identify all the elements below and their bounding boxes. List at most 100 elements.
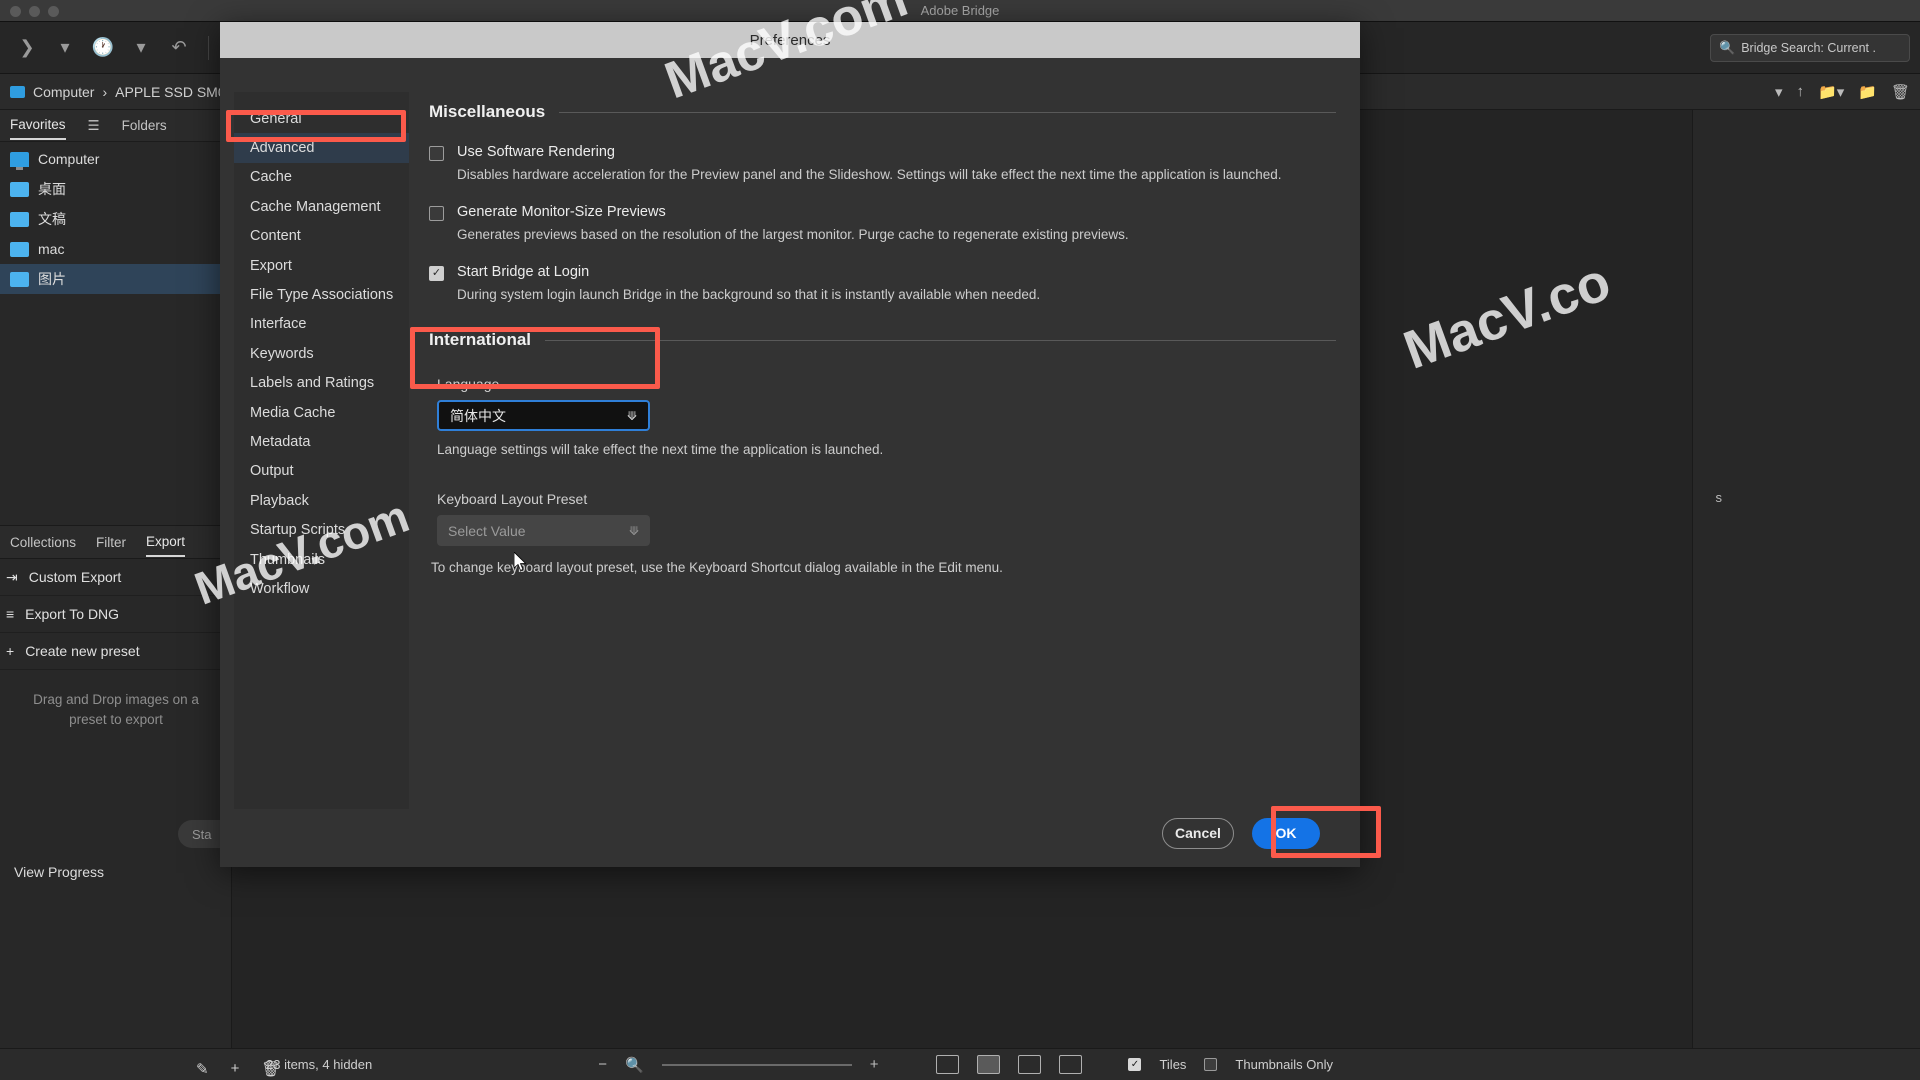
category-file-type-associations[interactable]: File Type Associations — [234, 280, 409, 309]
chevron-down-icon[interactable]: ▾ — [1775, 83, 1783, 101]
forward-chevron-icon[interactable]: ❯ — [10, 31, 44, 65]
export-preset-label: Create new preset — [25, 643, 140, 659]
magnifier-icon[interactable]: 🔍 — [625, 1056, 644, 1074]
recent-clock-icon[interactable]: 🕐 — [86, 31, 120, 65]
breadcrumb-item-computer[interactable]: Computer — [33, 84, 94, 100]
option-generate-monitor-size-previews[interactable]: Generate Monitor-Size Previews — [429, 204, 1336, 221]
ok-button[interactable]: OK — [1252, 817, 1320, 849]
history-dropdown-icon[interactable]: ▾ — [48, 31, 82, 65]
category-content[interactable]: Content — [234, 222, 409, 251]
pathbar-actions: ▾ ↑ 📁▾ 📁 🗑 — [1775, 83, 1910, 101]
create-new-preset-button[interactable]: + Create new preset — [0, 633, 232, 670]
new-folder-dropdown-icon[interactable]: 📁▾ — [1818, 83, 1844, 101]
option-label: Generate Monitor-Size Previews — [457, 204, 666, 220]
chevron-down-icon[interactable]: ▾ — [124, 31, 158, 65]
export-preset-list: ⇥ Custom Export ≡ Export To DNG + Create… — [0, 559, 232, 670]
cancel-button[interactable]: Cancel — [1162, 817, 1234, 849]
category-label: Cache — [250, 169, 292, 186]
category-export[interactable]: Export — [234, 251, 409, 280]
up-arrow-icon[interactable]: ↑ — [1797, 83, 1805, 100]
folder-icon[interactable]: 📁 — [1858, 83, 1877, 101]
checkbox[interactable] — [429, 206, 444, 221]
category-label: Content — [250, 228, 301, 245]
view-progress-link[interactable]: View Progress — [14, 864, 104, 880]
checkbox[interactable]: ✓ — [429, 266, 444, 281]
tab-export[interactable]: Export — [146, 528, 186, 557]
category-label: Startup Scripts — [250, 522, 346, 539]
list-icon: ≡ — [6, 606, 15, 622]
section-title: International — [429, 330, 532, 349]
category-startup-scripts[interactable]: Startup Scripts — [234, 515, 409, 544]
category-keywords[interactable]: Keywords — [234, 339, 409, 368]
minus-icon[interactable]: − — [598, 1056, 607, 1073]
favorite-item-desktop[interactable]: 桌面 — [0, 174, 231, 204]
category-label: Playback — [250, 492, 309, 509]
category-playback[interactable]: Playback — [234, 486, 409, 515]
folder-icon — [10, 211, 29, 227]
tab-folders[interactable]: Folders — [122, 112, 167, 139]
category-media-cache[interactable]: Media Cache — [234, 398, 409, 427]
category-interface[interactable]: Interface — [234, 310, 409, 339]
category-label: Cache Management — [250, 198, 381, 215]
folder-icon — [10, 181, 29, 197]
favorite-item-mac[interactable]: mac — [0, 234, 231, 264]
category-label: File Type Associations — [250, 287, 394, 304]
mac-window-titlebar: Adobe Bridge — [0, 0, 1920, 22]
keyboard-layout-select[interactable]: Select Value ⟱ — [437, 515, 650, 546]
list-view-icon[interactable] — [1059, 1055, 1083, 1074]
category-output[interactable]: Output — [234, 457, 409, 486]
option-label: Use Software Rendering — [457, 144, 615, 160]
language-select[interactable]: 简体中文 ⟱ — [437, 400, 650, 431]
hamburger-icon[interactable]: ☰ — [88, 112, 100, 140]
trash-icon[interactable]: 🗑 — [1891, 83, 1910, 101]
export-preset-label: Export To DNG — [25, 606, 120, 622]
keyboard-layout-field-group: Keyboard Layout Preset Select Value ⟱ To… — [431, 491, 1336, 575]
dialog-titlebar: Preferences — [220, 22, 1360, 58]
category-label: Labels and Ratings — [250, 375, 375, 392]
tab-filter[interactable]: Filter — [96, 529, 126, 556]
option-use-software-rendering[interactable]: Use Software Rendering — [429, 144, 1336, 161]
favorites-folders-tabs: Favorites ☰ Folders — [0, 110, 231, 142]
favorite-item-computer[interactable]: Computer — [0, 144, 231, 174]
tab-collections[interactable]: Collections — [10, 529, 76, 556]
option-start-bridge-at-login[interactable]: ✓ Start Bridge at Login — [429, 264, 1336, 281]
tiles-checkbox[interactable]: ✓ — [1128, 1058, 1142, 1071]
category-workflow[interactable]: Workflow — [234, 574, 409, 603]
export-preset-dng[interactable]: ≡ Export To DNG — [0, 596, 232, 633]
trash-icon[interactable]: 🗑 — [261, 1060, 280, 1078]
favorite-item-pictures[interactable]: 图片 — [0, 264, 231, 294]
plus-icon[interactable]: + — [231, 1060, 240, 1078]
category-general[interactable]: General — [234, 104, 409, 133]
category-thumbnails[interactable]: Thumbnails — [234, 545, 409, 574]
thumbnail-view-icon[interactable] — [977, 1055, 1001, 1074]
monitor-icon — [10, 151, 29, 170]
category-cache-management[interactable]: Cache Management — [234, 192, 409, 221]
export-preset-custom[interactable]: ⇥ Custom Export — [0, 559, 232, 596]
grid-view-icon[interactable] — [936, 1055, 960, 1074]
breadcrumb-item-drive[interactable]: APPLE SSD SM02 — [115, 84, 233, 100]
favorite-item-documents[interactable]: 文稿 — [0, 204, 231, 234]
plus-icon[interactable]: + — [870, 1056, 879, 1073]
right-panel — [1692, 110, 1920, 1048]
details-view-icon[interactable] — [1018, 1055, 1042, 1074]
refresh-icon[interactable]: ↶ — [162, 31, 196, 65]
lower-panel-tabs: Collections Filter Export — [0, 525, 232, 559]
pencil-icon[interactable]: ✎ — [196, 1060, 209, 1078]
keyboard-layout-note: To change keyboard layout preset, use th… — [431, 560, 1003, 575]
option-label: Start Bridge at Login — [457, 264, 590, 280]
category-label: Thumbnails — [250, 551, 325, 568]
checkbox[interactable] — [429, 146, 444, 161]
favorite-label: 图片 — [38, 271, 66, 287]
category-labels-and-ratings[interactable]: Labels and Ratings — [234, 369, 409, 398]
zoom-slider[interactable] — [661, 1063, 852, 1066]
chevron-down-icon: ⟱ — [628, 523, 639, 538]
thumbnails-only-checkbox[interactable] — [1204, 1058, 1218, 1071]
home-folder-icon — [10, 241, 29, 257]
category-metadata[interactable]: Metadata — [234, 427, 409, 456]
tab-favorites[interactable]: Favorites — [10, 111, 66, 140]
search-input[interactable]: 🔍 Bridge Search: Current . — [1710, 34, 1910, 62]
category-advanced[interactable]: Advanced — [234, 133, 409, 163]
search-icon: 🔍 — [1719, 40, 1736, 55]
section-divider — [559, 111, 1336, 113]
category-cache[interactable]: Cache — [234, 163, 409, 192]
